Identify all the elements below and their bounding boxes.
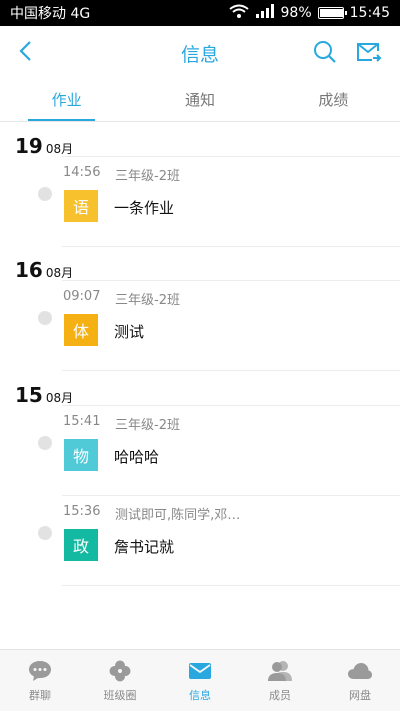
divider	[62, 585, 400, 586]
date-header: 19 08月	[15, 134, 73, 158]
search-icon	[313, 40, 337, 68]
nav-item-group-chat[interactable]: 群聊	[0, 650, 80, 711]
tab-bar: 作业 通知 成绩	[0, 80, 400, 122]
timeline-dot	[38, 436, 52, 450]
chat-bubble-icon	[27, 659, 53, 683]
subject-badge: 物	[64, 439, 98, 471]
status-bar: 中国移动 4G 98% 15:45	[0, 0, 400, 26]
item-time: 15:36	[63, 504, 101, 519]
date-day: 15	[15, 383, 43, 407]
item-title: 测试	[114, 323, 145, 341]
item-class: 测试即可,陈同学,邓…	[115, 508, 241, 523]
item-title: 詹书记就	[114, 538, 175, 556]
divider	[62, 246, 400, 247]
chevron-left-icon	[18, 40, 32, 66]
compose-button[interactable]	[352, 38, 386, 70]
nav-label: 信息	[189, 688, 211, 702]
nav-item-messages[interactable]: 信息	[160, 650, 240, 711]
status-icons: 98% 15:45	[228, 4, 390, 22]
subject-badge: 体	[64, 314, 98, 346]
nav-label: 群聊	[29, 688, 51, 702]
date-header: 15 08月	[15, 383, 73, 407]
nav-item-class-circle[interactable]: 班级圈	[80, 650, 160, 711]
timeline-dot	[38, 311, 52, 325]
list-item[interactable]: 15:41 三年级-2班 物 哈哈哈	[0, 406, 400, 496]
back-button[interactable]	[10, 38, 40, 68]
carrier-label: 中国移动 4G	[10, 6, 91, 22]
homework-list: 19 08月 14:56 三年级-2班 语 一条作业 16 08月 09:07 …	[0, 122, 400, 649]
tab-homework[interactable]: 作业	[0, 80, 133, 121]
item-time: 15:41	[63, 414, 101, 429]
date-header: 16 08月	[15, 258, 73, 282]
signal-icon	[255, 4, 275, 22]
clover-icon	[107, 659, 133, 683]
search-button[interactable]	[309, 38, 341, 70]
nav-item-cloud-drive[interactable]: 网盘	[320, 650, 400, 711]
envelope-icon	[187, 659, 213, 683]
item-class: 三年级-2班	[115, 418, 180, 433]
date-day: 19	[15, 134, 43, 158]
item-title: 哈哈哈	[114, 448, 160, 466]
item-class: 三年级-2班	[115, 293, 180, 308]
mail-forward-icon	[356, 41, 382, 67]
wifi-icon	[228, 4, 249, 22]
cloud-icon	[347, 659, 373, 683]
nav-label: 网盘	[349, 688, 371, 702]
nav-label: 成员	[269, 688, 291, 702]
item-title: 一条作业	[114, 199, 175, 217]
subject-badge: 语	[64, 190, 98, 222]
date-month: 08月	[45, 142, 74, 156]
timeline-dot	[38, 526, 52, 540]
timeline-dot	[38, 187, 52, 201]
item-class: 三年级-2班	[115, 169, 180, 184]
list-item[interactable]: 15:36 测试即可,陈同学,邓… 政 詹书记就	[0, 496, 400, 586]
battery-icon	[317, 7, 347, 19]
divider	[62, 370, 400, 371]
date-month: 08月	[45, 391, 74, 405]
battery-percent: 98%	[280, 5, 312, 21]
list-item[interactable]: 14:56 三年级-2班 语 一条作业	[0, 157, 400, 247]
item-time: 09:07	[63, 289, 101, 304]
subject-badge: 政	[64, 529, 98, 561]
date-day: 16	[15, 258, 43, 282]
clock: 15:45	[349, 5, 390, 21]
nav-item-members[interactable]: 成员	[240, 650, 320, 711]
members-icon	[267, 659, 293, 683]
page-title: 信息	[180, 43, 219, 66]
date-month: 08月	[45, 266, 74, 280]
tab-notice[interactable]: 通知	[133, 80, 266, 121]
nav-label: 班级圈	[103, 688, 137, 702]
bottom-nav: 群聊 班级圈 信息 成员 网盘	[0, 649, 400, 711]
header: 信息	[0, 26, 400, 80]
list-item[interactable]: 09:07 三年级-2班 体 测试	[0, 281, 400, 371]
item-time: 14:56	[63, 165, 101, 180]
tab-grades[interactable]: 成绩	[267, 80, 400, 121]
